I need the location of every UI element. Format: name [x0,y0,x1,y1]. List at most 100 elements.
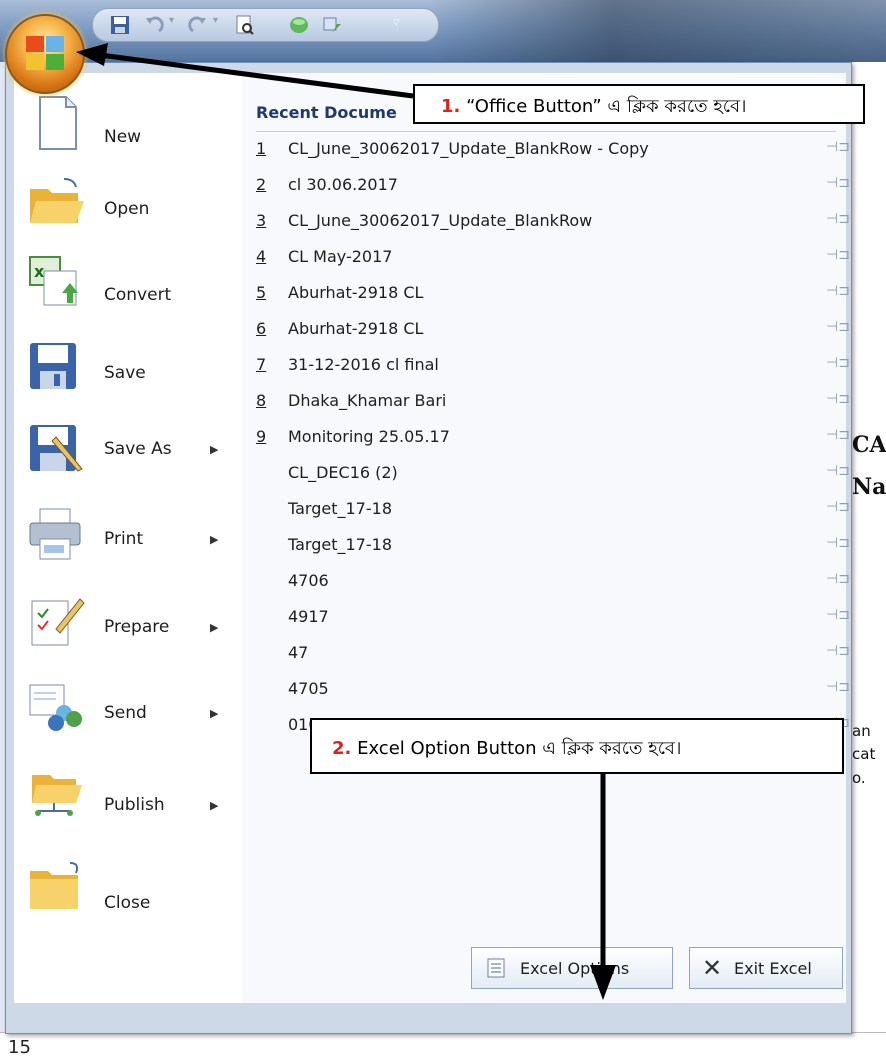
recent-document-item[interactable]: 4705 ⊣⊐ [256,679,850,709]
recent-document-item[interactable]: Target_17-18 ⊣⊐ [256,499,850,529]
menu-item-label: Convert [104,285,172,305]
pin-icon[interactable]: ⊣⊐ [826,355,850,371]
pin-icon[interactable]: ⊣⊐ [826,571,850,587]
recent-document-name: 31-12-2016 cl final [288,355,439,374]
sheet-text-cat: cat [852,745,876,763]
options-icon [487,958,505,978]
quick-access-toolbar: ▾ ▾ ▿ [92,8,439,42]
callout-two-number: 2. [332,738,352,759]
menu-item-label: Close [104,893,151,913]
recent-document-item[interactable]: 5 Aburhat-2918 CL ⊣⊐ [256,283,850,313]
recent-document-item[interactable]: 47 ⊣⊐ [256,643,850,673]
recent-document-name: CL_June_30062017_Update_BlankRow - Copy [288,139,649,158]
callout-office-button: 1. “Office Button” এ ক্লিক করতে হবে। [413,84,865,124]
recent-document-item[interactable]: 9 Monitoring 25.05.17 ⊣⊐ [256,427,850,457]
callout-excel-options: 2. Excel Option Button এ ক্লিক করতে হবে। [310,718,844,774]
pin-icon[interactable]: ⊣⊐ [826,319,850,335]
recent-documents-heading: Recent Docume [256,103,397,122]
recent-document-name: CL_June_30062017_Update_BlankRow [288,211,593,230]
submenu-arrow-icon: ▶ [210,443,219,456]
publish-icon [32,775,82,816]
recent-document-number: 1 [256,139,267,158]
menu-item-save[interactable]: Save [14,335,242,405]
redo-dropdown-icon[interactable]: ▾ [213,15,218,26]
pin-icon[interactable]: ⊣⊐ [826,535,850,551]
pin-icon[interactable]: ⊣⊐ [826,607,850,623]
recent-document-item[interactable]: 2 cl 30.06.2017 ⊣⊐ [256,175,850,205]
submenu-arrow-icon: ▶ [210,707,219,720]
menu-item-prepare[interactable]: Prepare ▶ [14,589,242,659]
recent-document-item[interactable]: CL_DEC16 (2) ⊣⊐ [256,463,850,493]
recent-document-name: 4917 [288,607,329,626]
sort-icon[interactable] [321,14,343,36]
sheet-text-an: an [852,722,871,740]
menu-item-print[interactable]: Print ▶ [14,503,242,573]
sheet-text-ca: CA [852,432,886,458]
office-button[interactable] [5,14,85,94]
redo-icon[interactable] [187,14,209,36]
prepare-icon [31,598,85,646]
pin-icon[interactable]: ⊣⊐ [826,175,850,191]
menu-item-close[interactable]: Close [14,853,242,923]
save-icon[interactable] [109,14,131,36]
excel-options-label: Excel Options [520,959,630,978]
recent-document-item[interactable]: 4 CL May-2017 ⊣⊐ [256,247,850,277]
recent-document-item[interactable]: 3 CL_June_30062017_Update_BlankRow ⊣⊐ [256,211,850,241]
recent-document-name: cl 30.06.2017 [288,175,398,194]
customize-qat-icon[interactable]: ▿ [393,15,400,30]
recent-document-item[interactable]: 4706 ⊣⊐ [256,571,850,601]
menu-item-label: Prepare [104,617,170,637]
pin-icon[interactable]: ⊣⊐ [826,643,850,659]
recent-document-item[interactable]: 1 CL_June_30062017_Update_BlankRow - Copy… [256,139,850,169]
recent-document-item[interactable]: Target_17-18 ⊣⊐ [256,535,850,565]
excel-options-button[interactable]: Excel Options [471,947,673,989]
submenu-arrow-icon: ▶ [210,621,219,634]
recent-document-item[interactable]: 8 Dhaka_Khamar Bari ⊣⊐ [256,391,850,421]
pin-icon[interactable]: ⊣⊐ [826,139,850,155]
recent-document-number: 3 [256,211,267,230]
menu-item-publish[interactable]: Publish ▶ [14,761,242,831]
svg-text:x: x [34,262,45,281]
recent-document-number: 5 [256,283,267,302]
new-document-icon [39,96,77,150]
menu-item-send[interactable]: Send ▶ [14,675,242,745]
menu-item-open[interactable]: Open [14,169,242,239]
pin-icon[interactable]: ⊣⊐ [826,463,850,479]
menu-item-convert[interactable]: x Convert [14,249,242,319]
print-preview-icon[interactable] [233,14,255,36]
menu-item-label: Publish [104,795,165,815]
undo-icon[interactable] [143,14,165,36]
pin-icon[interactable]: ⊣⊐ [826,427,850,443]
menu-item-save-as[interactable]: Save As ▶ [14,417,242,487]
pin-icon[interactable]: ⊣⊐ [826,679,850,695]
submenu-arrow-icon: ▶ [210,533,219,546]
submenu-arrow-icon: ▶ [210,799,219,812]
menu-item-new[interactable]: New [14,93,242,163]
recent-document-item[interactable]: 4917 ⊣⊐ [256,607,850,637]
recent-document-number: 6 [256,319,267,338]
recent-document-name: Dhaka_Khamar Bari [288,391,447,410]
menu-item-label: Save As [104,439,172,459]
recent-document-item[interactable]: 7 31-12-2016 cl final ⊣⊐ [256,355,850,385]
save-as-icon [30,425,83,472]
callout-one-text: “Office Button” এ ক্লিক করতে হবে। [460,96,747,117]
recent-document-number: 8 [256,391,267,410]
undo-dropdown-icon[interactable]: ▾ [169,15,174,26]
menu-item-label: Open [104,199,150,219]
database-icon[interactable] [288,14,310,36]
pin-icon[interactable]: ⊣⊐ [826,211,850,227]
exit-excel-button[interactable]: ✕ Exit Excel [689,947,843,989]
exit-excel-label: Exit Excel [734,959,812,978]
pin-icon[interactable]: ⊣⊐ [826,283,850,299]
recent-document-name: Aburhat-2918 CL [288,319,424,338]
recent-documents-pane: Recent Docume 1 CL_June_30062017_Update_B… [242,73,850,1003]
pin-icon[interactable]: ⊣⊐ [826,247,850,263]
recent-document-name: Target_17-18 [288,499,392,518]
worksheet-background: CA Na an cat o. [848,62,886,1062]
pin-icon[interactable]: ⊣⊐ [826,499,850,515]
pin-icon[interactable]: ⊣⊐ [826,391,850,407]
recent-document-item[interactable]: 6 Aburhat-2918 CL ⊣⊐ [256,319,850,349]
printer-icon [29,508,81,560]
sheet-text-o: o. [852,769,866,787]
menu-item-label: New [104,127,142,147]
